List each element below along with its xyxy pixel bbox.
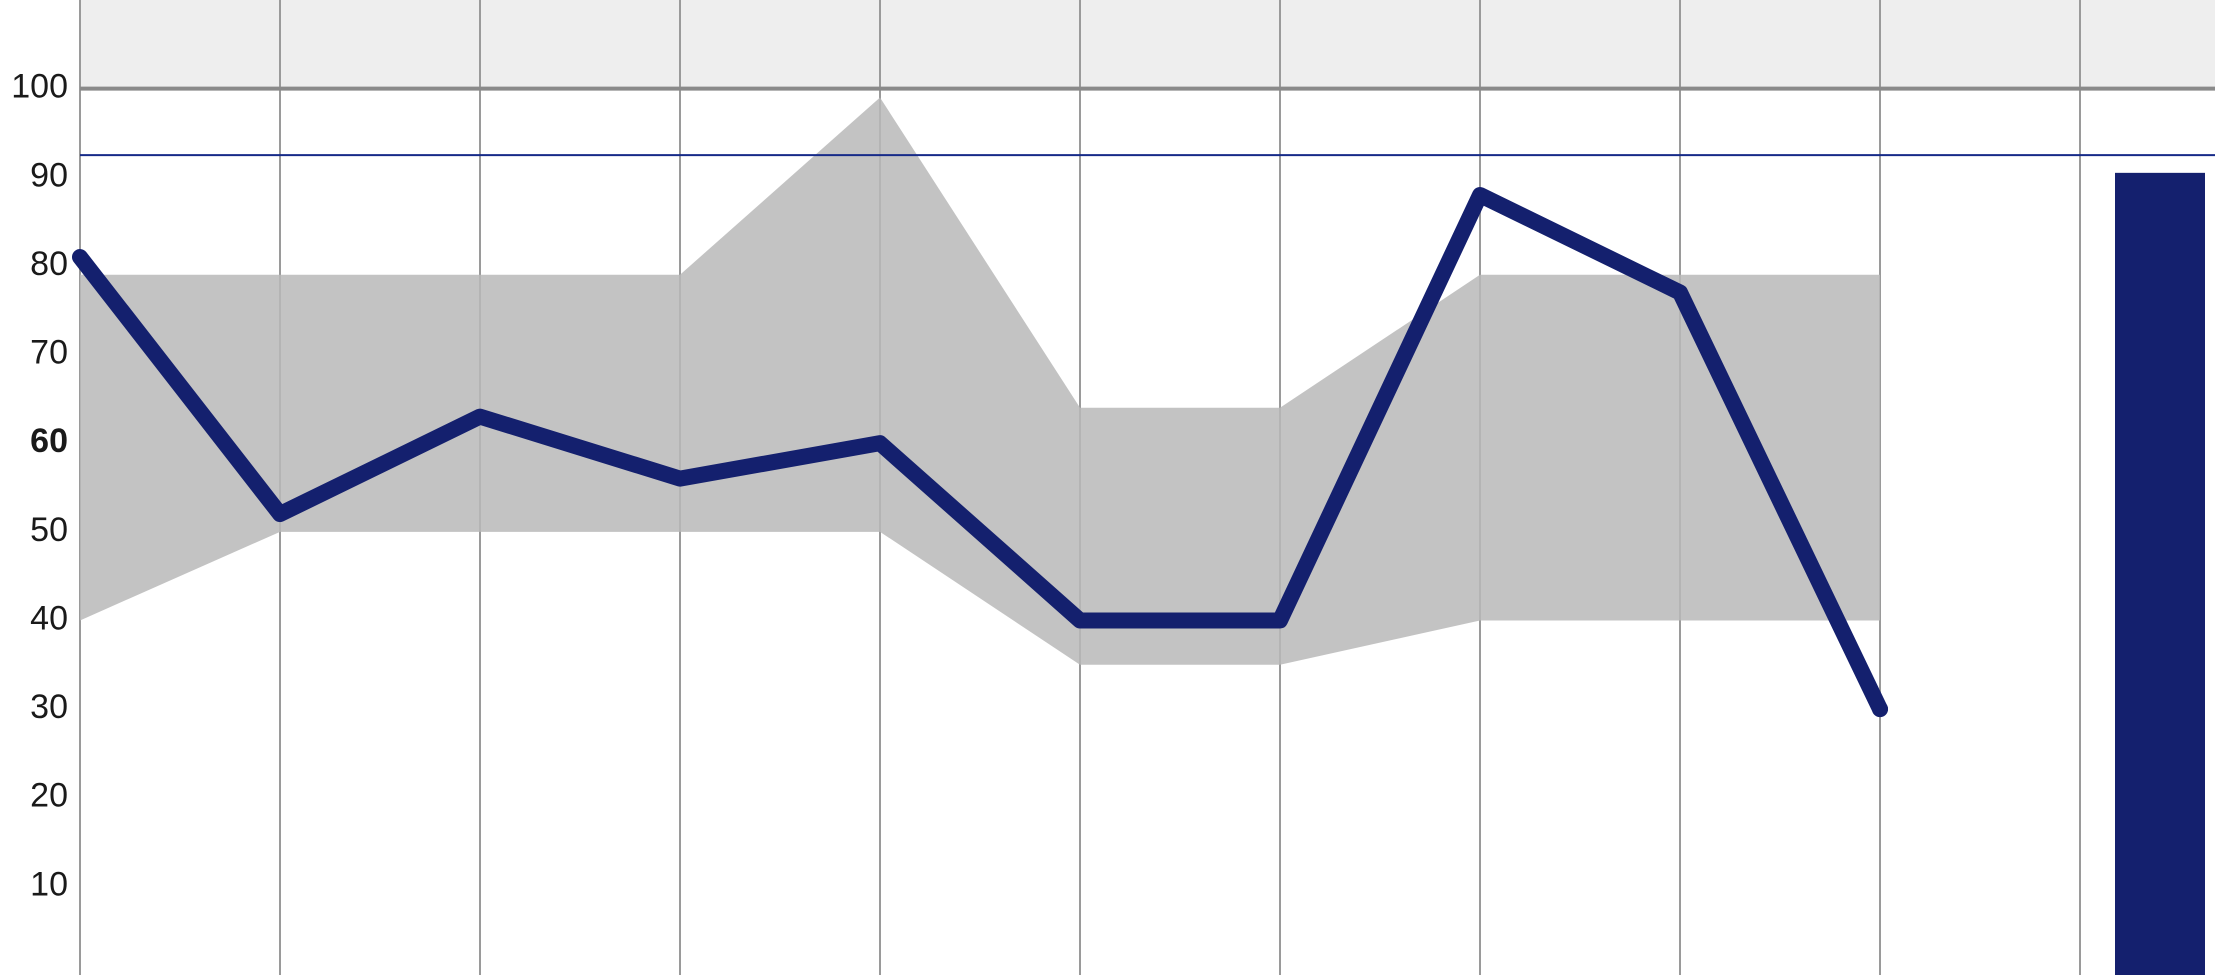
ytick-70: 70	[30, 334, 68, 372]
ytick-100: 100	[11, 68, 68, 106]
ytick-60: 60	[30, 422, 68, 460]
chart-container: 100 90 80 70 60 50 40 30 20 10	[0, 0, 2215, 975]
ytick-40: 40	[30, 599, 68, 637]
above-100-region	[80, 0, 2215, 89]
line-end-dot	[1872, 701, 1888, 717]
chart-svg: 100 90 80 70 60 50 40 30 20 10	[0, 0, 2215, 975]
ytick-20: 20	[30, 777, 68, 815]
y-axis-tick-labels: 100 90 80 70 60 50 40 30 20 10	[11, 68, 68, 904]
ytick-80: 80	[30, 245, 68, 283]
end-bar	[2115, 173, 2205, 975]
ytick-30: 30	[30, 688, 68, 726]
ytick-50: 50	[30, 511, 68, 549]
range-band	[80, 98, 1880, 665]
ytick-10: 10	[30, 865, 68, 903]
ytick-90: 90	[30, 156, 68, 194]
